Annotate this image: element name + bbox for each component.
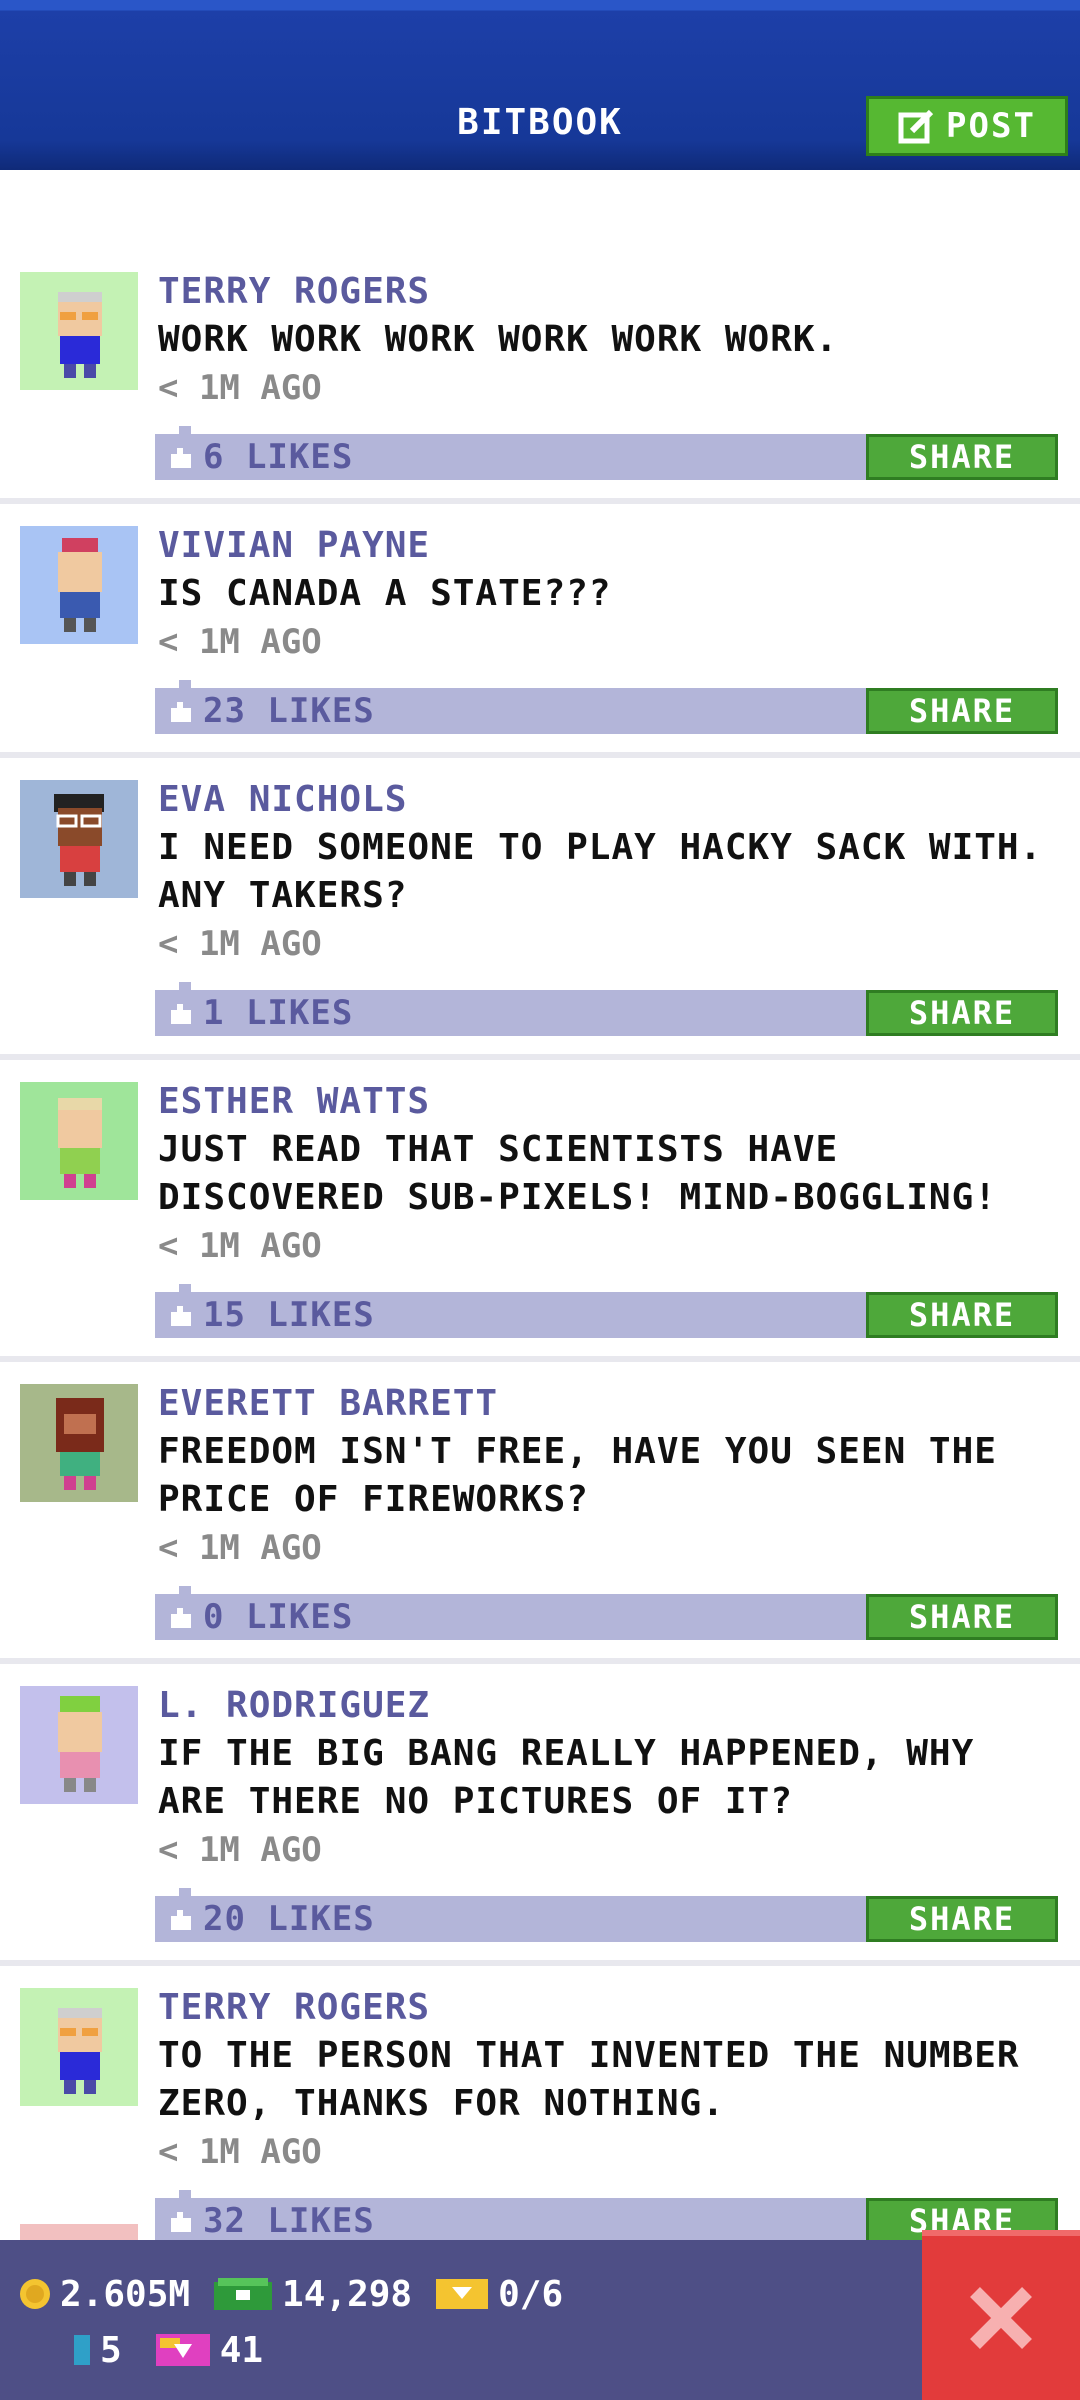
like-count: 23 LIKES <box>203 691 375 731</box>
avatar-image <box>58 2008 102 2094</box>
vip-value: 41 <box>219 2329 264 2371</box>
avatar-image <box>58 292 102 378</box>
feed-post: EVERETT BARRETT FREEDOM ISN'T FREE, HAVE… <box>0 1362 1080 1664</box>
like-count: 15 LIKES <box>203 1295 375 1335</box>
feed-post: ESTHER WATTS JUST READ THAT SCIENTISTS H… <box>0 1060 1080 1362</box>
avatar[interactable] <box>20 1384 138 1502</box>
like-count: 32 LIKES <box>203 2201 375 2241</box>
post-message: I NEED SOMEONE TO PLAY HACKY SACK WITH. … <box>158 827 1043 916</box>
feed-post: L. RODRIGUEZ IF THE BIG BANG REALLY HAPP… <box>0 1664 1080 1966</box>
coin-icon <box>20 2279 50 2309</box>
post-message: WORK WORK WORK WORK WORK WORK. <box>158 319 839 360</box>
like-count: 0 LIKES <box>203 1597 354 1637</box>
thumbs-up-icon <box>171 702 191 722</box>
post-button-label: POST <box>946 106 1036 146</box>
post-button[interactable]: POST <box>866 96 1068 156</box>
thumbs-up-icon <box>171 2212 191 2232</box>
avatar-image <box>58 1098 102 1188</box>
edit-icon <box>898 109 934 144</box>
post-author[interactable]: L. RODRIGUEZ <box>158 1682 1060 1730</box>
close-icon <box>970 2287 1032 2349</box>
like-bar: 20 LIKES SHARE <box>155 1888 1058 1942</box>
like-button[interactable]: 23 LIKES <box>169 688 375 734</box>
share-button[interactable]: SHARE <box>866 688 1058 734</box>
feed-post: EVA NICHOLS I NEED SOMEONE TO PLAY HACKY… <box>0 758 1080 1060</box>
post-message: JUST READ THAT SCIENTISTS HAVE DISCOVERE… <box>158 1129 997 1218</box>
feed-post: TERRY ROGERS TO THE PERSON THAT INVENTED… <box>0 1966 1080 2268</box>
like-bar: 23 LIKES SHARE <box>155 680 1058 734</box>
share-button[interactable]: SHARE <box>866 1896 1058 1942</box>
post-author[interactable]: EVA NICHOLS <box>158 776 1060 824</box>
like-button[interactable]: 0 LIKES <box>169 1594 353 1640</box>
post-message: IS CANADA A STATE??? <box>158 573 612 614</box>
post-time: < 1M AGO <box>158 368 322 408</box>
post-time: < 1M AGO <box>158 1528 322 1568</box>
elevator-icon <box>74 2335 90 2365</box>
bottom-status-bar: 2.605M 14,298 0/6 5 41 <box>0 2230 1080 2400</box>
avatar[interactable] <box>20 272 138 390</box>
thumbs-up-icon <box>171 448 191 468</box>
top-bar: BITBOOK POST <box>0 0 1080 170</box>
avatar-image <box>58 538 102 632</box>
like-button[interactable]: 20 LIKES <box>169 1896 375 1942</box>
feed-post: VIVIAN PAYNE IS CANADA A STATE??? < 1M A… <box>0 504 1080 758</box>
avatar[interactable] <box>20 780 138 898</box>
post-message: FREEDOM ISN'T FREE, HAVE YOU SEEN THE PR… <box>158 1431 997 1520</box>
share-button[interactable]: SHARE <box>866 1594 1058 1640</box>
share-button[interactable]: SHARE <box>866 990 1058 1036</box>
like-count: 6 LIKES <box>203 437 354 477</box>
post-author[interactable]: VIVIAN PAYNE <box>158 522 1060 570</box>
like-count: 1 LIKES <box>203 993 354 1033</box>
bux-icon <box>214 2278 273 2310</box>
bux-value: 14,298 <box>282 2273 413 2315</box>
post-author[interactable]: EVERETT BARRETT <box>158 1380 1060 1428</box>
like-button[interactable]: 1 LIKES <box>169 990 353 1036</box>
thumbs-up-icon <box>171 1608 191 1628</box>
post-author[interactable]: TERRY ROGERS <box>158 268 1060 316</box>
thumbs-up-icon <box>171 1910 191 1930</box>
post-author[interactable]: ESTHER WATTS <box>158 1078 1060 1126</box>
like-bar: 1 LIKES SHARE <box>155 982 1058 1036</box>
avatar[interactable] <box>20 1686 138 1804</box>
like-button[interactable]: 32 LIKES <box>169 2198 375 2244</box>
like-bar: 15 LIKES SHARE <box>155 1284 1058 1338</box>
like-button[interactable]: 6 LIKES <box>169 434 353 480</box>
post-message: IF THE BIG BANG REALLY HAPPENED, WHY ARE… <box>158 1733 975 1822</box>
thumbs-up-icon <box>171 1004 191 1024</box>
elevator-value: 5 <box>100 2329 122 2371</box>
post-message: TO THE PERSON THAT INVENTED THE NUMBER Z… <box>158 2035 1020 2124</box>
like-bar: 0 LIKES SHARE <box>155 1586 1058 1640</box>
post-time: < 1M AGO <box>158 1830 322 1870</box>
share-button[interactable]: SHARE <box>866 434 1058 480</box>
post-time: < 1M AGO <box>158 622 322 662</box>
like-bar: 6 LIKES SHARE <box>155 426 1058 480</box>
like-count: 20 LIKES <box>203 1899 375 1939</box>
post-time: < 1M AGO <box>158 924 322 964</box>
avatar <box>20 2224 138 2240</box>
feed[interactable]: TERRY ROGERS WORK WORK WORK WORK WORK WO… <box>0 250 1080 2268</box>
post-author[interactable]: TERRY ROGERS <box>158 1984 1060 2032</box>
post-time: < 1M AGO <box>158 1226 322 1266</box>
share-button[interactable]: SHARE <box>866 1292 1058 1338</box>
coins-value: 2.605M <box>60 2273 191 2315</box>
avatar-image <box>56 1398 104 1490</box>
tickets-value: 0/6 <box>498 2273 564 2315</box>
thumbs-up-icon <box>171 1306 191 1326</box>
avatar-image <box>58 1696 102 1792</box>
avatar[interactable] <box>20 526 138 644</box>
currency-stats: 2.605M 14,298 0/6 5 41 <box>18 2266 563 2378</box>
close-button[interactable] <box>922 2230 1080 2400</box>
ticket-icon <box>436 2279 489 2309</box>
avatar-image <box>54 794 104 886</box>
avatar[interactable] <box>20 1082 138 1200</box>
vip-icon <box>155 2334 210 2366</box>
feed-post: TERRY ROGERS WORK WORK WORK WORK WORK WO… <box>0 250 1080 504</box>
post-time: < 1M AGO <box>158 2132 322 2172</box>
avatar[interactable] <box>20 1988 138 2106</box>
like-button[interactable]: 15 LIKES <box>169 1292 375 1338</box>
